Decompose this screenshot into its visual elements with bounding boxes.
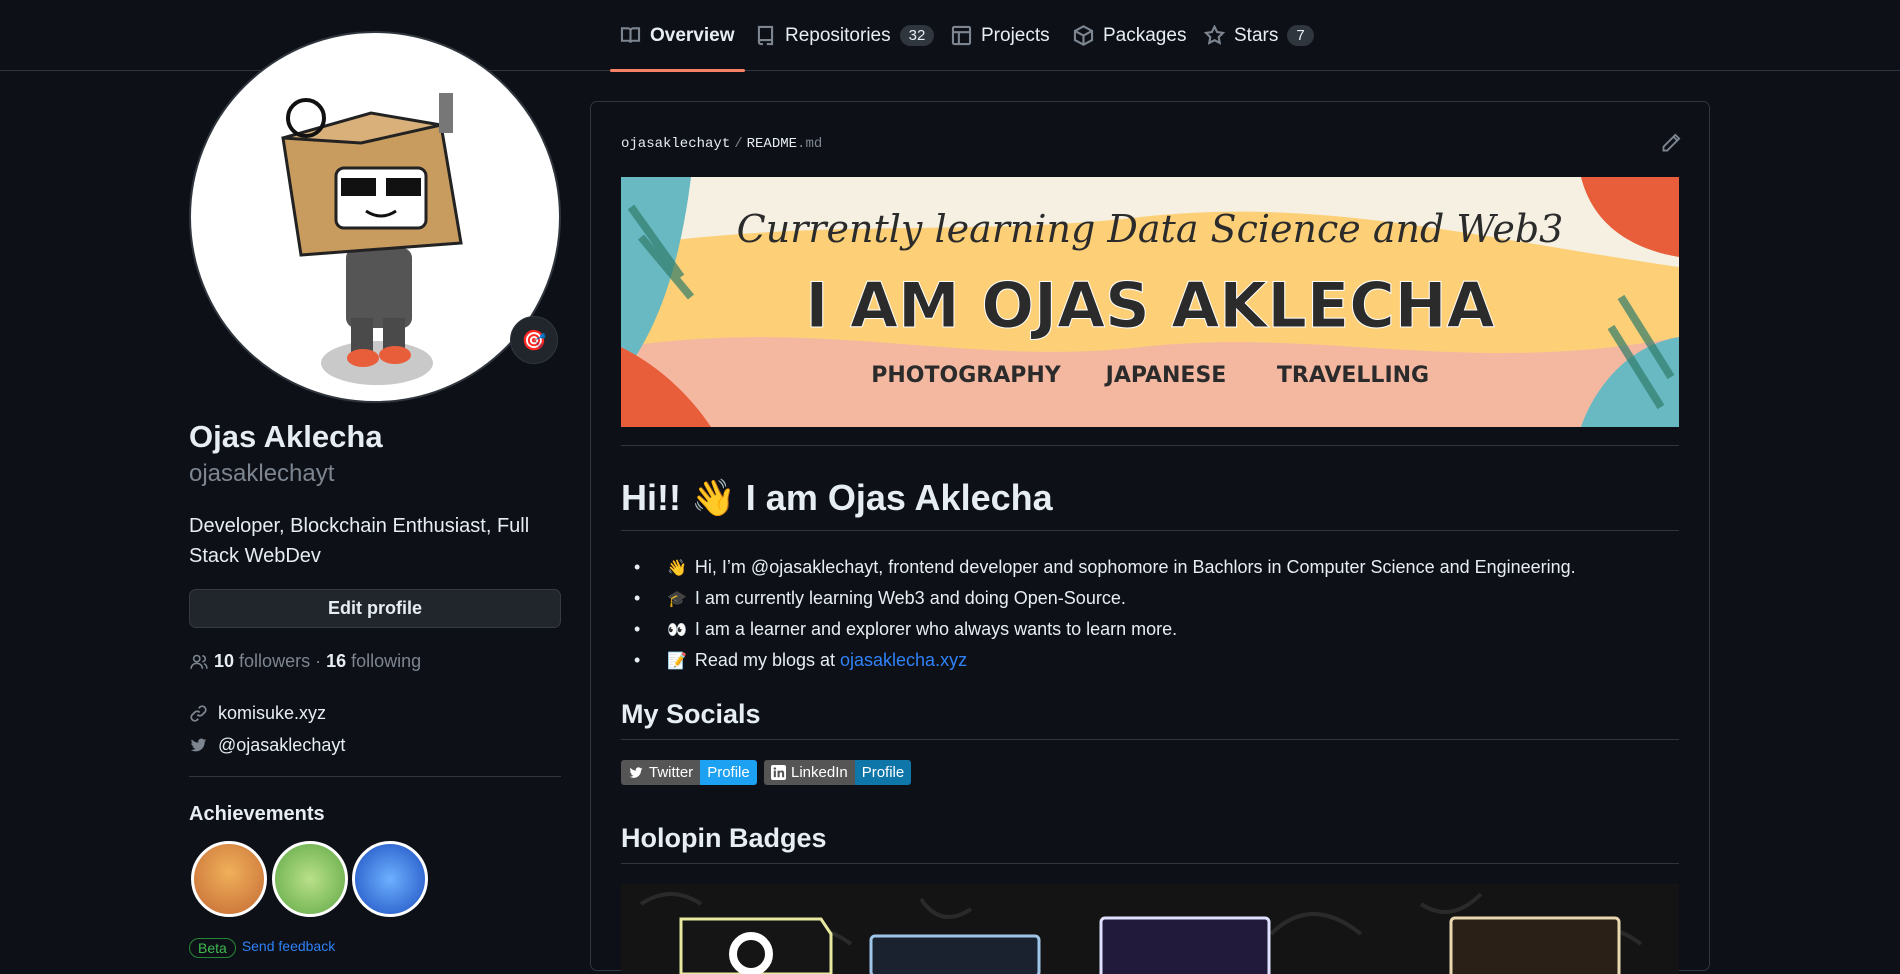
linkedin-profile-badge[interactable]: LinkedIn Profile xyxy=(764,760,912,785)
linkedin-badge-left: LinkedIn xyxy=(764,760,855,785)
following-label: following xyxy=(351,651,422,671)
profile-username: ojasaklechayt xyxy=(189,460,335,487)
readme-heading: Hi!! 👋 I am Ojas Aklecha xyxy=(621,477,1053,518)
stars-count: 7 xyxy=(1287,25,1314,46)
tab-stars[interactable]: Stars 7 xyxy=(1204,0,1314,71)
book-icon xyxy=(620,27,641,43)
eyes-icon: 👀 xyxy=(667,621,687,639)
beta-feedback: Beta Send feedback xyxy=(189,938,335,958)
star-icon xyxy=(1204,25,1225,45)
readme-file-name: README xyxy=(746,136,798,152)
tab-projects[interactable]: Projects xyxy=(951,0,1050,71)
profile-bio: Developer, Blockchain Enthusiast, Full S… xyxy=(189,515,530,567)
repositories-count: 32 xyxy=(899,25,935,46)
twitter-profile-badge[interactable]: Twitter Profile xyxy=(621,760,757,785)
package-icon xyxy=(1073,25,1094,46)
tab-stars-label: Stars xyxy=(1234,24,1279,46)
linkedin-badge-label: LinkedIn xyxy=(791,764,848,781)
bullet-text: Hi, I’m @ojasaklechayt, frontend develop… xyxy=(694,557,1576,577)
send-feedback-link[interactable]: Send feedback xyxy=(242,938,335,958)
following-count: 16 xyxy=(326,651,347,671)
twitter-badge-right: Profile xyxy=(700,760,757,785)
following-link[interactable]: 16 following xyxy=(326,651,421,672)
edit-profile-button[interactable]: Edit profile xyxy=(189,589,561,628)
bullet-text: I am currently learning Web3 and doing O… xyxy=(694,588,1126,608)
website-link[interactable]: komisuke.xyz xyxy=(218,703,326,724)
target-icon: 🎯 xyxy=(521,329,547,352)
list-item: 👋 Hi, I’m @ojasaklechayt, frontend develo… xyxy=(621,552,1679,583)
tab-overview-label: Overview xyxy=(650,24,735,46)
tab-repositories[interactable]: Repositories 32 xyxy=(755,0,935,71)
graduation-cap-icon: 🎓 xyxy=(667,590,687,608)
readme-owner-link[interactable]: ojasaklechayt xyxy=(621,136,730,152)
banner-rule xyxy=(621,445,1679,446)
linkedin-badge-right: Profile xyxy=(854,760,912,785)
tab-packages-label: Packages xyxy=(1103,24,1187,46)
follow-stats: 10 followers · 16 following xyxy=(189,651,421,672)
followers-label: followers xyxy=(239,651,311,671)
followers-count: 10 xyxy=(214,651,235,671)
profile-full-name: Ojas Aklecha xyxy=(189,419,383,454)
twitter-badge-label: Twitter xyxy=(649,764,694,781)
banner-background: Currently learning Data Science and Web3… xyxy=(621,177,1679,427)
pencil-icon[interactable] xyxy=(1661,133,1681,153)
achievements-heading: Achievements xyxy=(189,803,325,825)
twitter-icon xyxy=(629,766,643,778)
repo-icon xyxy=(757,25,774,46)
twitter-link[interactable]: @ojasaklechayt xyxy=(218,735,345,756)
sidebar-divider xyxy=(189,776,561,777)
achievement-badge-1[interactable] xyxy=(191,841,267,917)
people-icon xyxy=(190,654,208,669)
holopin-board-image xyxy=(621,884,1679,974)
socials-heading: My Socials xyxy=(621,699,761,729)
tab-packages[interactable]: Packages xyxy=(1073,0,1186,71)
holopin-heading: Holopin Badges xyxy=(621,823,827,853)
bullet-text: Read my blogs at xyxy=(694,650,835,670)
banner-tagline: Currently learning Data Science and Web3 xyxy=(737,207,1564,251)
banner-hobby-3: TRAVELLING xyxy=(1277,363,1429,388)
breadcrumb-separator: / xyxy=(734,136,743,152)
avatar-illustration xyxy=(281,93,463,385)
followers-link[interactable]: 10 followers xyxy=(214,651,310,672)
tab-projects-label: Projects xyxy=(981,24,1050,46)
list-item: 📝 Read my blogs atojasaklecha.xyz xyxy=(621,645,1679,676)
holopin-badges-board xyxy=(621,884,1679,974)
tab-repositories-label: Repositories xyxy=(785,24,891,46)
avatar[interactable] xyxy=(189,31,561,403)
wave-icon: 👋 xyxy=(667,559,687,577)
achievement-badge-3[interactable] xyxy=(352,841,428,917)
banner-headline: I AM OJAS AKLECHA xyxy=(805,269,1494,342)
achievement-badge-2[interactable] xyxy=(272,841,348,917)
link-icon xyxy=(190,705,207,722)
readme-breadcrumb: ojasaklechayt / README.md xyxy=(621,136,822,152)
readme-panel: ojasaklechayt / README.md Currently learni… xyxy=(590,101,1710,974)
memo-icon: 📝 xyxy=(667,652,687,670)
list-item: 👀 I am a learner and explorer who always … xyxy=(621,614,1679,645)
set-status-button[interactable]: 🎯 xyxy=(510,316,558,364)
linkedin-icon xyxy=(771,765,786,780)
heading-rule xyxy=(621,530,1679,531)
banner-hobby-2: JAPANESE xyxy=(1104,363,1227,388)
socials-rule xyxy=(621,739,1679,740)
readme-file-ext: .md xyxy=(797,136,823,152)
readme-banner-image: Currently learning Data Science and Web3… xyxy=(621,177,1679,427)
twitter-badge-left: Twitter xyxy=(621,760,701,785)
blog-link[interactable]: ojasaklecha.xyz xyxy=(840,650,967,671)
beta-pill: Beta xyxy=(189,938,236,958)
follow-separator: · xyxy=(315,651,322,671)
banner-hobby-1: PHOTOGRAPHY xyxy=(871,363,1062,388)
holopin-rule xyxy=(621,863,1679,864)
bullet-text: I am a learner and explorer who always w… xyxy=(694,619,1178,639)
twitter-icon xyxy=(190,738,207,752)
intro-list: 👋 Hi, I’m @ojasaklechayt, frontend develo… xyxy=(621,552,1679,676)
website-row: komisuke.xyz xyxy=(189,703,326,724)
table-icon xyxy=(951,25,972,46)
list-item: 🎓 I am currently learning Web3 and doing … xyxy=(621,583,1679,614)
tab-overview[interactable]: Overview xyxy=(610,0,744,72)
twitter-row: @ojasaklechayt xyxy=(189,735,345,756)
